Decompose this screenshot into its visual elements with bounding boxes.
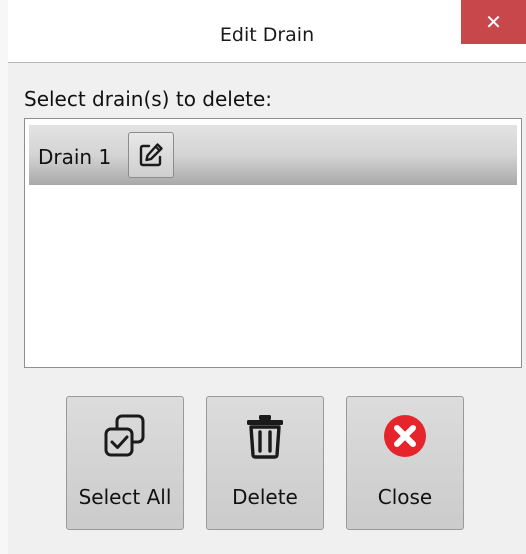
select-all-label: Select All — [78, 485, 172, 509]
edit-drain-button[interactable] — [128, 132, 174, 178]
close-x-icon: ✕ — [485, 10, 502, 34]
trash-icon — [247, 415, 283, 459]
drain-listbox[interactable]: Drain 1 — [24, 118, 522, 368]
delete-label: Delete — [232, 485, 298, 509]
close-button[interactable]: Close — [346, 396, 464, 530]
title-bar[interactable]: Edit Drain ✕ — [8, 0, 526, 63]
delete-button[interactable]: Delete — [206, 396, 324, 530]
title-close-button[interactable]: ✕ — [461, 0, 526, 44]
dialog-title: Edit Drain — [219, 24, 315, 46]
edit-icon — [139, 143, 163, 167]
close-label: Close — [377, 485, 433, 509]
select-prompt-label: Select drain(s) to delete: — [24, 87, 273, 111]
list-item[interactable]: Drain 1 — [29, 125, 517, 185]
select-all-icon — [104, 414, 145, 457]
close-circle-icon — [384, 415, 426, 457]
list-item-label: Drain 1 — [38, 145, 112, 169]
screen: Edit Drain ✕ Select drain(s) to delete: … — [0, 0, 526, 554]
edit-drain-dialog: Edit Drain ✕ Select drain(s) to delete: … — [8, 0, 526, 554]
select-all-button[interactable]: Select All — [66, 396, 184, 530]
